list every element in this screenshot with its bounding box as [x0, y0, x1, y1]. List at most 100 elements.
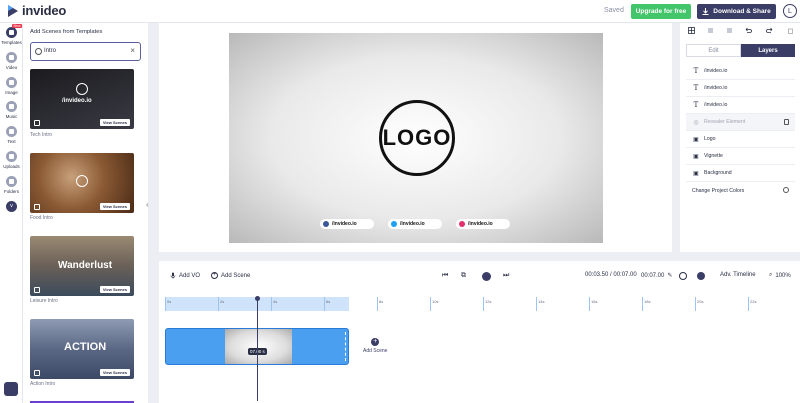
layer-down-icon[interactable]: [726, 27, 733, 34]
card-overlay-text: Wanderlust: [58, 260, 113, 271]
layer-row[interactable]: T /invideo.io: [686, 63, 795, 80]
element-icon: ◎: [693, 118, 699, 126]
layer-row[interactable]: T /invideo.io: [686, 97, 795, 114]
social-handle-twitter[interactable]: /invideo.io: [388, 219, 442, 229]
rail-item-uploads[interactable]: Uploads: [0, 151, 23, 169]
download-share-button[interactable]: Download & Share: [697, 4, 776, 19]
playhead[interactable]: [257, 297, 258, 401]
layer-row[interactable]: ▣ Vignette: [686, 148, 795, 165]
template-card-food-intro[interactable]: View Scenes: [30, 153, 134, 213]
rail-item-templates[interactable]: New Templates: [0, 24, 23, 45]
card-logo-mark: [76, 83, 88, 95]
rail-item-folders[interactable]: Folders: [0, 176, 23, 194]
grid-icon[interactable]: [688, 27, 695, 34]
user-avatar[interactable]: L: [783, 4, 797, 18]
ruler-tick-label: 20s: [697, 299, 704, 304]
chevron-down-icon: [783, 187, 789, 193]
video-icon: [6, 52, 17, 63]
layer-row[interactable]: ▣ Logo: [686, 131, 795, 148]
view-scenes-button[interactable]: View Scenes: [99, 369, 130, 376]
rail-label: Text: [7, 139, 16, 144]
ruler-tick: [642, 297, 643, 311]
twitter-icon: [391, 221, 397, 227]
template-card-tech-intro[interactable]: /invideo.io View Scenes: [30, 69, 134, 129]
rail-item-video[interactable]: Video: [0, 52, 23, 70]
upgrade-button[interactable]: Upgrade for free: [631, 4, 691, 19]
layer-label: Background: [704, 170, 732, 176]
tab-edit[interactable]: Edit: [686, 44, 741, 57]
folder-icon: [6, 176, 17, 187]
rail-item-music[interactable]: Music: [0, 101, 23, 119]
search-value: Intro: [44, 48, 57, 54]
ruler-tick: [430, 297, 431, 311]
template-card-leisure-intro[interactable]: Wanderlust View Scenes: [30, 236, 134, 296]
card-logo-mark: [76, 175, 88, 187]
clip-resize-handle[interactable]: [345, 332, 346, 361]
plus-icon: +: [371, 338, 380, 346]
loop-icon[interactable]: ⧉: [461, 272, 466, 280]
rail-label: Video: [5, 65, 18, 70]
zoom-control[interactable]: ⌕ 100%: [769, 272, 791, 279]
rail-label: Templates: [1, 40, 22, 45]
rail-item-image[interactable]: Image: [0, 77, 23, 95]
record-button[interactable]: [697, 272, 705, 280]
layer-row[interactable]: ▣ Background: [686, 165, 795, 182]
skip-forward-icon[interactable]: ⏭: [503, 272, 509, 280]
timer-icon[interactable]: [679, 272, 687, 280]
ruler-tick-label: 4s: [273, 299, 278, 304]
time-ruler[interactable]: 0s 2s 4s 6s 8s 10s 12s 14s 16s 18s 20s 22s: [165, 297, 800, 311]
instagram-icon: [459, 221, 465, 227]
collapse-panel-icon[interactable]: ‹: [146, 200, 149, 209]
ruler-tick: [218, 297, 219, 311]
plus-icon: +: [211, 272, 218, 279]
view-scenes-button[interactable]: View Scenes: [99, 119, 130, 126]
undo-icon[interactable]: [745, 27, 752, 34]
top-bar: invideo Saved Upgrade for free Download …: [0, 0, 800, 23]
view-scenes-button[interactable]: View Scenes: [99, 203, 130, 210]
template-name: Leisure Intro: [30, 298, 58, 304]
ruler-tick: [165, 297, 166, 311]
template-name: Food Intro: [30, 215, 53, 221]
brand-name: invideo: [22, 3, 67, 18]
duration-value: 00:07.00: [641, 272, 665, 279]
scene-duration[interactable]: 00:07.00 ✎: [641, 272, 672, 280]
lock-icon[interactable]: [784, 119, 789, 125]
preview-area: LOGO /invideo.io /invideo.io /invideo.io: [159, 23, 672, 252]
download-share-label: Download & Share: [713, 8, 771, 15]
upload-icon: [6, 151, 17, 162]
layer-label: Logo: [704, 136, 716, 142]
ruler-tick-label: 2s: [220, 299, 225, 304]
change-project-colors[interactable]: Change Project Colors: [686, 182, 795, 199]
zoom-value: 100%: [775, 272, 791, 279]
advanced-timeline-button[interactable]: Adv. Timeline: [720, 272, 756, 278]
scene-canvas[interactable]: LOGO /invideo.io /invideo.io /invideo.io: [229, 33, 603, 243]
timeline-panel: Add VO + Add Scene ⏮ ⧉ ⏭ 00:03.50 / 00:0…: [159, 261, 800, 403]
social-handle-instagram[interactable]: /invideo.io: [456, 219, 510, 229]
playhead-handle[interactable]: [255, 296, 260, 301]
add-scene-button[interactable]: + Add Scene: [211, 272, 250, 279]
layer-row-locked[interactable]: ◎ Revealer Element: [686, 114, 795, 131]
view-scenes-button[interactable]: View Scenes: [99, 286, 130, 293]
rail-item-text[interactable]: Text: [0, 126, 23, 144]
tab-layers[interactable]: Layers: [741, 44, 795, 57]
play-button[interactable]: [482, 272, 491, 281]
add-scene-inline-button[interactable]: + Add Scene: [363, 338, 387, 354]
brand-logo[interactable]: invideo: [7, 3, 66, 18]
change-colors-label: Change Project Colors: [692, 187, 745, 194]
redo-icon[interactable]: [766, 27, 773, 34]
card-overlay-text: /invideo.io: [62, 98, 92, 104]
social-handle-facebook[interactable]: /invideo.io: [320, 219, 374, 229]
layer-label: /invideo.io: [704, 68, 728, 74]
trash-icon[interactable]: [787, 27, 794, 34]
chat-icon[interactable]: [4, 382, 18, 396]
layer-up-icon[interactable]: [707, 27, 714, 34]
close-icon[interactable]: ×: [130, 46, 135, 55]
rail-more-button[interactable]: ˅: [0, 201, 23, 212]
logo-placeholder[interactable]: LOGO: [379, 100, 455, 176]
add-vo-button[interactable]: Add VO: [170, 272, 200, 279]
layer-row[interactable]: T /invideo.io: [686, 80, 795, 97]
template-search-input[interactable]: Intro ×: [30, 42, 141, 61]
skip-back-icon[interactable]: ⏮: [442, 272, 448, 280]
template-card-action-intro[interactable]: ACTION View Scenes: [30, 319, 134, 379]
ruler-tick-label: 12s: [485, 299, 492, 304]
